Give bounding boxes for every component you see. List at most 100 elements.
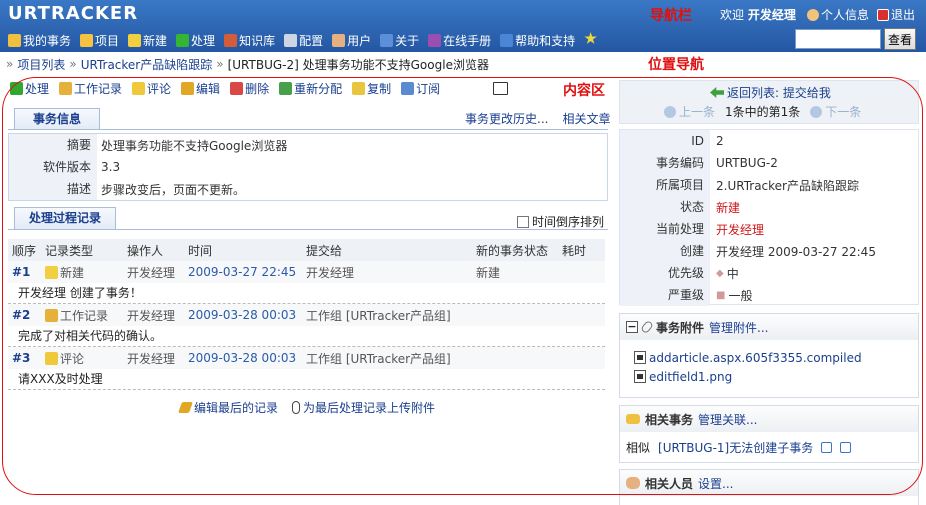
database-icon bbox=[80, 34, 94, 47]
people-icon bbox=[626, 477, 640, 489]
menu-item-2[interactable]: 新建 bbox=[128, 32, 167, 49]
tab-process-records[interactable]: 处理过程记录 bbox=[14, 207, 116, 229]
logout-link[interactable]: 退出 bbox=[877, 6, 915, 23]
menu-item-7[interactable]: 关于 bbox=[380, 32, 419, 49]
breadcrumb: » 项目列表 » URTracker产品缺陷跟踪 » [URTBUG-2] 处理… bbox=[6, 56, 489, 73]
pager: 上一条 1条中的第1条 下一条 bbox=[664, 103, 861, 120]
menu-item-4[interactable]: 知识库 bbox=[224, 32, 275, 49]
main-menu: 我的事务 项目 新建 处理 知识库 配置 用户 关于 在线手册 帮助和支持 bbox=[8, 32, 597, 49]
record-status: 新建 bbox=[476, 265, 501, 280]
open-window-icon[interactable] bbox=[840, 441, 852, 453]
column-header: 提交给 bbox=[306, 243, 343, 258]
property-value: 2 bbox=[716, 134, 724, 148]
menu-item-9[interactable]: 帮助和支持 bbox=[500, 32, 575, 49]
reverse-order-toggle[interactable]: 时间倒序排列 bbox=[517, 213, 604, 230]
property-key: 事务编码 bbox=[620, 152, 710, 174]
record-description: 开发经理 创建了事务！ bbox=[8, 283, 605, 304]
property-key: ID bbox=[620, 130, 710, 152]
profile-link[interactable]: 个人信息 bbox=[807, 6, 869, 23]
manage-attachments-link[interactable]: 管理附件... bbox=[709, 319, 768, 336]
menu-item-6[interactable]: 用户 bbox=[332, 32, 371, 49]
record-type: 工作记录 bbox=[45, 307, 127, 324]
reverse-order-checkbox[interactable] bbox=[517, 215, 529, 228]
history-link[interactable]: 事务更改历史... bbox=[465, 110, 548, 127]
edit-last-record-link[interactable]: 编辑最后的记录 bbox=[177, 399, 278, 416]
toolbar-button-0[interactable]: 处理 bbox=[10, 80, 49, 97]
view-button[interactable]: 查看 bbox=[884, 28, 916, 50]
info-icon bbox=[380, 34, 394, 47]
issue-toolbar: 处理 工作记录 评论 编辑 删除 重新分配 复制 订阅 bbox=[10, 80, 450, 97]
info-key: 摘要 bbox=[9, 134, 97, 156]
toolbar-button-7[interactable]: 订阅 bbox=[401, 80, 440, 97]
app-logo[interactable]: URTRACKER bbox=[8, 3, 138, 24]
top-header: URTRACKER 导航栏 欢迎 开发经理 个人信息 退出 我的事务 项目 新建 处理… bbox=[0, 0, 926, 52]
manage-relations-link[interactable]: 管理关联... bbox=[698, 411, 757, 428]
paperclip-icon bbox=[640, 319, 654, 335]
profile-label: 个人信息 bbox=[821, 8, 870, 22]
column-header: 时间 bbox=[188, 243, 213, 258]
prev-link[interactable]: 上一条 bbox=[664, 103, 715, 120]
comment-icon bbox=[45, 351, 58, 365]
attachment-item[interactable]: addarticle.aspx.605f3355.compiled bbox=[620, 348, 918, 367]
print-icon[interactable] bbox=[493, 82, 508, 95]
content-annotation: 内容区 bbox=[563, 83, 605, 99]
tab-issue-info[interactable]: 事务信息 bbox=[14, 108, 100, 130]
record-seq-link[interactable]: #3 bbox=[8, 351, 45, 365]
next-link[interactable]: 下一条 bbox=[810, 103, 861, 120]
level-marker-icon: ◆ bbox=[716, 267, 724, 279]
link-icon bbox=[626, 414, 640, 424]
property-value: 新建 bbox=[716, 200, 741, 215]
welcome-text: 欢迎 开发经理 bbox=[720, 6, 796, 23]
info-icon[interactable] bbox=[821, 441, 833, 453]
logout-label: 退出 bbox=[891, 8, 916, 22]
record-operator: 开发经理 bbox=[127, 265, 176, 280]
info-key: 描述 bbox=[9, 178, 97, 200]
toolbar-button-5[interactable]: 重新分配 bbox=[279, 80, 342, 97]
book-icon bbox=[428, 34, 442, 47]
property-key: 创建 bbox=[620, 240, 710, 262]
column-header: 记录类型 bbox=[45, 243, 94, 258]
column-header: 耗时 bbox=[562, 243, 587, 258]
menu-item-1[interactable]: 项目 bbox=[80, 32, 119, 49]
collapse-icon[interactable]: − bbox=[626, 321, 638, 333]
back-to-list-link[interactable]: 返回列表: 提交给我 bbox=[710, 84, 831, 101]
record-time: 2009-03-27 22:45 bbox=[188, 265, 297, 279]
home-icon bbox=[8, 34, 21, 47]
related-issue-link[interactable]: [URTBUG-1]无法创建子事务 bbox=[658, 439, 813, 456]
attachment-link[interactable]: addarticle.aspx.605f3355.compiled bbox=[649, 351, 862, 365]
upload-attachment-link[interactable]: 为最后处理记录上传附件 bbox=[292, 399, 435, 416]
property-row: 严重级 ■ 一般 bbox=[620, 284, 918, 306]
related-articles-link[interactable]: 相关文章 bbox=[562, 110, 610, 127]
menu-item-8[interactable]: 在线手册 bbox=[428, 32, 491, 49]
breadcrumb-project-list[interactable]: 项目列表 bbox=[17, 56, 65, 73]
property-row: 状态 新建 bbox=[620, 196, 918, 218]
info-value: 步骤改变后，页面不更新。 bbox=[101, 182, 246, 197]
check-icon bbox=[10, 82, 23, 95]
file-icon bbox=[634, 370, 646, 383]
users-icon bbox=[332, 34, 346, 47]
current-user: 开发经理 bbox=[747, 8, 796, 22]
info-row: 软件版本 3.3 bbox=[9, 156, 607, 178]
record-seq-link[interactable]: #1 bbox=[8, 265, 45, 279]
menu-item-0[interactable]: 我的事务 bbox=[8, 32, 71, 49]
related-issues-header: 相关事务 管理关联... bbox=[620, 406, 918, 432]
record-seq-link[interactable]: #2 bbox=[8, 308, 45, 322]
breadcrumb-project[interactable]: URTracker产品缺陷跟踪 bbox=[81, 56, 213, 73]
toolbar-button-1[interactable]: 工作记录 bbox=[59, 80, 122, 97]
issue-search-input[interactable] bbox=[795, 29, 881, 49]
people-setting-link[interactable]: 设置... bbox=[698, 475, 733, 492]
toolbar-button-4[interactable]: 删除 bbox=[230, 80, 269, 97]
table-row: #1 新建 开发经理 2009-03-27 22:45 开发经理 新建 bbox=[8, 261, 605, 283]
toolbar-button-2[interactable]: 评论 bbox=[132, 80, 171, 97]
gear-icon bbox=[284, 34, 298, 47]
toolbar-button-6[interactable]: 复制 bbox=[352, 80, 391, 97]
star-icon bbox=[584, 32, 597, 44]
menu-item-3[interactable]: 处理 bbox=[176, 32, 215, 49]
menu-item-5[interactable]: 配置 bbox=[284, 32, 323, 49]
records-table: 顺序 记录类型 操作人 时间 提交给 新的事务状态 耗时 #1 新建 开发经理 2009-03-2… bbox=[8, 239, 605, 390]
attachment-item[interactable]: editfield1.png bbox=[620, 367, 918, 386]
toolbar-button-3[interactable]: 编辑 bbox=[181, 80, 220, 97]
attachment-link[interactable]: editfield1.png bbox=[649, 370, 732, 384]
pager-position: 1条中的第1条 bbox=[725, 105, 801, 119]
books-icon bbox=[224, 34, 238, 47]
